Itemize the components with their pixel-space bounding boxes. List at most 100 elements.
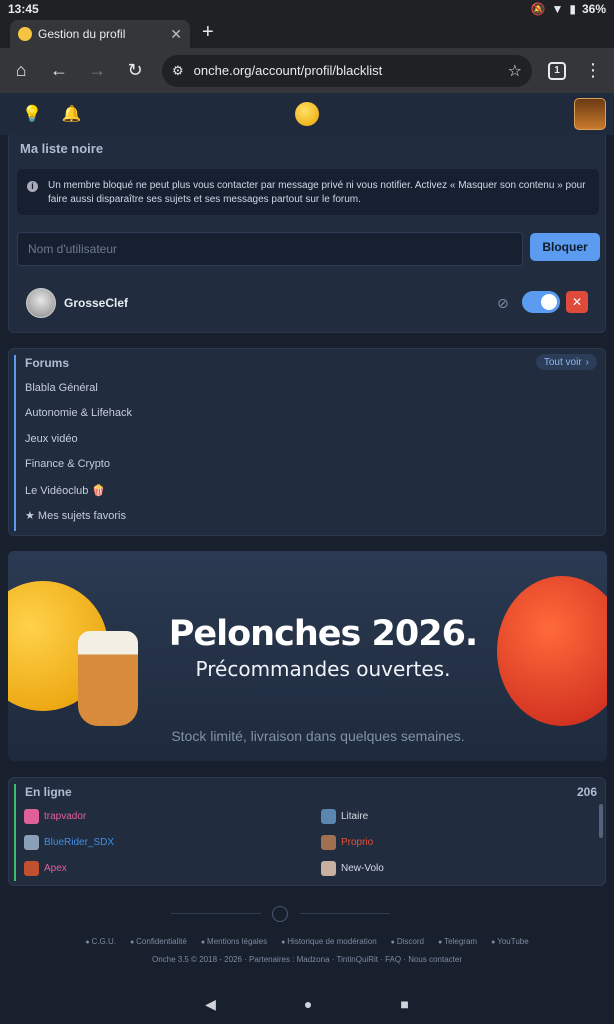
user-name: Litaire [341,810,369,822]
user-name: trapvador [44,810,87,822]
beer-mug-icon [78,631,138,726]
forum-item-autonomie[interactable]: Autonomie & Lifehack [25,407,132,432]
blocked-user-row: GrosseClef [26,288,128,318]
bell-icon[interactable]: 🔔 [62,104,82,124]
system-nav-bar: ◀ ● ■ [0,984,614,1024]
online-user[interactable]: Apex [24,860,321,876]
browser-toolbar: ⌂ ← → ↻ ⚙ onche.org/account/profil/black… [0,48,614,93]
forum-item-finance[interactable]: Finance & Crypto [25,458,132,483]
nav-back-icon[interactable]: ◀ [205,996,216,1013]
tab-switcher-button[interactable]: 1 [548,61,566,80]
site-settings-icon[interactable]: ⚙ [172,63,184,79]
new-tab-icon[interactable]: + [202,21,214,44]
info-box: i Un membre bloqué ne peut plus vous con… [17,169,599,215]
blacklist-title: Ma liste noire [20,141,104,156]
site-header: 💡 🔔 [0,93,614,135]
footer-link-confidentialite[interactable]: Confidentialité [130,937,187,946]
forum-item-videoclub[interactable]: Le Vidéoclub 🍿 [25,484,132,509]
forum-list: Blabla Général Autonomie & Lifehack Jeux… [25,382,132,534]
user-avatar [321,860,336,876]
favicon-icon [18,27,32,41]
see-all-button[interactable]: Tout voir › [535,354,597,370]
footer-logo-icon [272,906,288,922]
footer-link-cgu[interactable]: C.G.U. [85,937,116,946]
user-name: Apex [44,862,67,874]
forums-title: Forums [25,356,70,370]
online-count: 206 [576,785,597,799]
toggle-knob [541,294,557,310]
forum-item-blabla[interactable]: Blabla Général [25,382,132,407]
battery-level: 36% [581,2,606,16]
blocked-user-name[interactable]: GrosseClef [64,296,128,310]
forward-icon[interactable]: → [86,60,108,81]
tab-strip: Gestion du profil ✕ + [0,18,614,48]
banner-headline: Pelonches 2026. [168,614,478,654]
forum-item-jeux-video[interactable]: Jeux vidéo [25,433,132,458]
avatar[interactable] [574,98,606,130]
home-icon[interactable]: ⌂ [10,60,32,81]
clock: 13:45 [8,2,39,16]
unblock-button[interactable]: ✕ [566,291,588,313]
menu-icon[interactable]: ⋮ [582,60,604,81]
url-text: onche.org/account/profil/blacklist [193,63,383,78]
mute-icon: 🔕 [530,2,546,16]
user-name: New-Volo [341,862,384,874]
blocked-user-avatar[interactable] [26,288,56,318]
nav-home-icon[interactable]: ● [304,996,312,1012]
footer-divider-left [171,913,261,914]
accent-bar [14,355,16,531]
lightbulb-icon[interactable]: 💡 [22,104,42,124]
online-title: En ligne [25,785,72,799]
promo-banner[interactable]: Pelonches 2026. Précommandes ouvertes. S… [8,551,607,761]
address-bar[interactable]: ⚙ onche.org/account/profil/blacklist ☆ [162,54,532,87]
user-avatar [321,808,336,824]
online-user[interactable]: BlueRider_SDX [24,834,321,850]
footer-links: C.G.U. Confidentialité Mentions légales … [0,937,614,946]
user-name: Proprio [341,836,374,848]
footer-link-youtube[interactable]: YouTube [491,937,528,946]
online-card: En ligne 206 trapvador Litaire BlueRider… [8,777,606,886]
online-user[interactable]: Litaire [321,808,591,824]
nav-recents-icon[interactable]: ■ [400,996,408,1012]
footer-link-historique[interactable]: Historique de modération [281,937,376,946]
forum-item-favoris[interactable]: ★ Mes sujets favoris [25,509,132,534]
online-user-list: trapvador Litaire BlueRider_SDX Proprio … [24,808,604,876]
banner-note: Stock limité, livraison dans quelques se… [171,728,465,744]
online-user[interactable]: trapvador [24,808,321,824]
footer-link-discord[interactable]: Discord [391,937,424,946]
online-scrollbar[interactable] [599,804,603,838]
eye-slash-icon: ⊘ [497,295,509,311]
online-user[interactable]: Proprio [321,834,591,850]
info-icon: i [27,181,38,192]
status-bar: 13:45 🔕 ▼ ▮ 36% [0,0,614,18]
block-button[interactable]: Bloquer [530,233,600,261]
online-user[interactable]: New-Volo [321,860,591,876]
chevron-right-icon: › [585,356,589,368]
tab-title: Gestion du profil [38,27,126,41]
wifi-icon: ▼ [551,2,564,16]
user-name: BlueRider_SDX [44,836,115,848]
back-icon[interactable]: ← [48,60,70,81]
banner-subheadline: Précommandes ouvertes. [195,657,451,681]
info-text: Un membre bloqué ne peut plus vous conta… [48,180,586,205]
footer-link-mentions[interactable]: Mentions légales [201,937,267,946]
site-logo-icon[interactable] [295,102,319,126]
user-avatar [321,834,336,850]
accent-bar [14,784,16,881]
user-avatar [24,808,39,824]
reload-icon[interactable]: ↻ [124,60,146,81]
footer-copyright: Onche 3.5 © 2018 - 2026 · Partenaires : … [151,955,463,964]
bookmark-star-icon[interactable]: ☆ [508,61,522,81]
angry-emoji-plush-icon [497,576,607,726]
forums-card: Forums Tout voir › Blabla Général Autono… [8,348,606,536]
see-all-label: Tout voir [543,356,582,368]
footer-divider-right [300,913,390,914]
browser-tab[interactable]: Gestion du profil ✕ [10,20,190,48]
user-avatar [24,834,39,850]
hide-content-toggle[interactable] [522,291,560,313]
blacklist-card: Ma liste noire i Un membre bloqué ne peu… [8,135,606,333]
close-tab-icon[interactable]: ✕ [170,26,182,43]
username-input[interactable] [17,232,523,266]
footer-link-telegram[interactable]: Telegram [438,937,477,946]
battery-icon: ▮ [569,2,576,16]
